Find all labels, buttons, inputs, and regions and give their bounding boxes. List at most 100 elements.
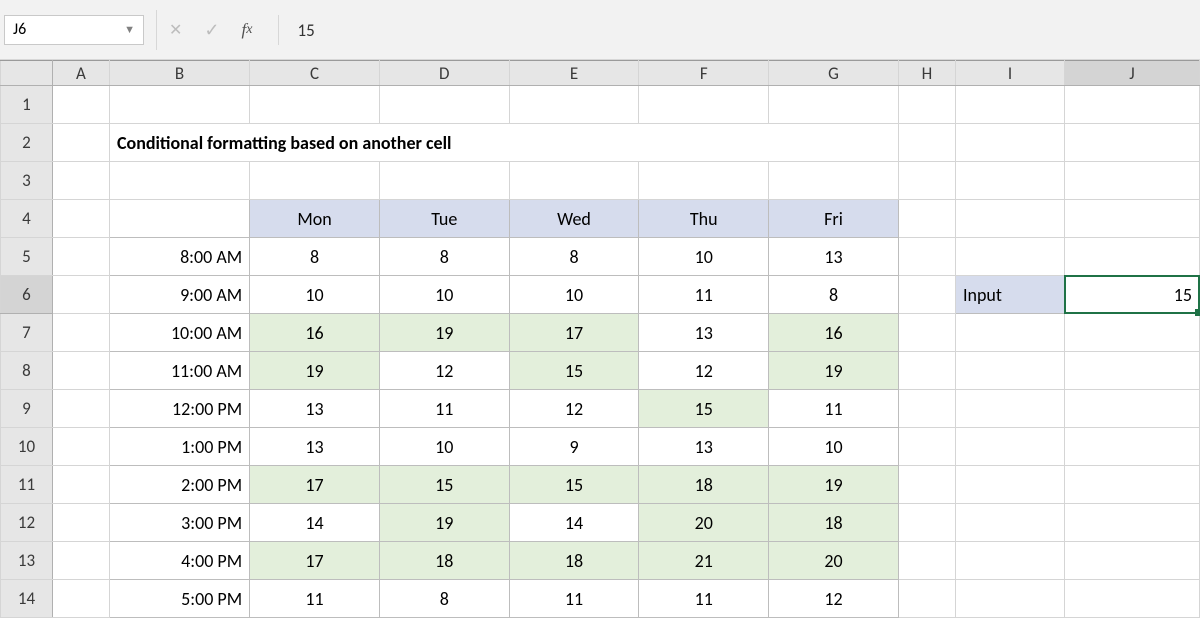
row-header-12[interactable]: 12: [1, 504, 53, 542]
cell[interactable]: 13: [250, 428, 380, 466]
cell[interactable]: 11: [250, 580, 380, 618]
cell[interactable]: [639, 86, 769, 124]
cell[interactable]: Thu: [639, 200, 769, 238]
cell[interactable]: 10: [379, 428, 509, 466]
cell[interactable]: 14: [250, 504, 380, 542]
cell[interactable]: Mon: [250, 200, 380, 238]
cell[interactable]: 17: [509, 314, 639, 352]
cell[interactable]: [898, 276, 955, 314]
cell[interactable]: [898, 86, 955, 124]
cell[interactable]: 1:00 PM: [109, 428, 249, 466]
row-header-13[interactable]: 13: [1, 542, 53, 580]
cell[interactable]: 15: [509, 466, 639, 504]
row-header-9[interactable]: 9: [1, 390, 53, 428]
cell[interactable]: 18: [509, 542, 639, 580]
col-header-J[interactable]: J: [1064, 61, 1199, 86]
row-header-7[interactable]: 7: [1, 314, 53, 352]
cell[interactable]: 10:00 AM: [109, 314, 249, 352]
row-header-6[interactable]: 6: [1, 276, 53, 314]
cell[interactable]: [1064, 428, 1199, 466]
cell[interactable]: 13: [250, 390, 380, 428]
cell[interactable]: [955, 542, 1064, 580]
cell[interactable]: [52, 580, 109, 618]
cell[interactable]: [52, 162, 109, 200]
cell[interactable]: [52, 314, 109, 352]
cell[interactable]: 13: [639, 314, 769, 352]
cell[interactable]: 19: [769, 352, 899, 390]
cell[interactable]: 10: [250, 276, 380, 314]
cell[interactable]: Conditional formatting based on another …: [109, 124, 898, 162]
cell[interactable]: Input: [955, 276, 1064, 314]
cell[interactable]: 8: [379, 580, 509, 618]
cell[interactable]: [898, 428, 955, 466]
cell[interactable]: [1064, 542, 1199, 580]
cell[interactable]: 11: [639, 580, 769, 618]
cell[interactable]: 18: [379, 542, 509, 580]
cell[interactable]: [898, 238, 955, 276]
cell[interactable]: [898, 352, 955, 390]
cell[interactable]: 11: [769, 390, 899, 428]
col-header-A[interactable]: A: [52, 61, 109, 86]
cell[interactable]: [109, 86, 249, 124]
col-header-E[interactable]: E: [509, 61, 639, 86]
cell[interactable]: [379, 86, 509, 124]
cell[interactable]: [898, 200, 955, 238]
cell[interactable]: 10: [769, 428, 899, 466]
cell[interactable]: [1064, 86, 1199, 124]
cell[interactable]: 20: [639, 504, 769, 542]
cell[interactable]: 19: [250, 352, 380, 390]
cell[interactable]: [639, 162, 769, 200]
cell[interactable]: Fri: [769, 200, 899, 238]
cell[interactable]: [1064, 238, 1199, 276]
col-header-F[interactable]: F: [639, 61, 769, 86]
cell[interactable]: 19: [379, 504, 509, 542]
cell[interactable]: [1064, 466, 1199, 504]
cell[interactable]: 13: [639, 428, 769, 466]
cell[interactable]: [955, 124, 1064, 162]
cell[interactable]: 19: [379, 314, 509, 352]
cell[interactable]: 12: [509, 390, 639, 428]
cell[interactable]: 8: [509, 238, 639, 276]
cell[interactable]: [52, 504, 109, 542]
cell[interactable]: [955, 86, 1064, 124]
cell[interactable]: 15: [509, 352, 639, 390]
cell[interactable]: 10: [639, 238, 769, 276]
cell[interactable]: 2:00 PM: [109, 466, 249, 504]
cell[interactable]: 12: [769, 580, 899, 618]
cell[interactable]: 12: [639, 352, 769, 390]
cell[interactable]: 11: [639, 276, 769, 314]
enter-icon[interactable]: ✓: [204, 19, 219, 41]
cell[interactable]: [52, 276, 109, 314]
cell[interactable]: 15: [379, 466, 509, 504]
cell[interactable]: [52, 86, 109, 124]
cell[interactable]: [109, 162, 249, 200]
cell[interactable]: 17: [250, 542, 380, 580]
row-header-5[interactable]: 5: [1, 238, 53, 276]
cell[interactable]: 16: [769, 314, 899, 352]
row-header-2[interactable]: 2: [1, 124, 53, 162]
cell[interactable]: [509, 86, 639, 124]
cell[interactable]: 15: [639, 390, 769, 428]
cell[interactable]: 15: [1064, 276, 1199, 314]
name-box[interactable]: J6 ▼: [4, 15, 144, 45]
cell[interactable]: [52, 352, 109, 390]
cell[interactable]: [955, 200, 1064, 238]
cell[interactable]: [52, 428, 109, 466]
cell[interactable]: 18: [639, 466, 769, 504]
cell[interactable]: [109, 200, 249, 238]
cell[interactable]: 18: [769, 504, 899, 542]
col-header-B[interactable]: B: [109, 61, 249, 86]
fx-icon[interactable]: fx: [242, 20, 253, 40]
cell[interactable]: 5:00 PM: [109, 580, 249, 618]
cell[interactable]: [955, 504, 1064, 542]
cell[interactable]: [898, 580, 955, 618]
col-header-I[interactable]: I: [955, 61, 1064, 86]
row-header-8[interactable]: 8: [1, 352, 53, 390]
cell[interactable]: 12: [379, 352, 509, 390]
cell[interactable]: [1064, 352, 1199, 390]
cell[interactable]: 8: [250, 238, 380, 276]
cell[interactable]: 19: [769, 466, 899, 504]
cell[interactable]: 9:00 AM: [109, 276, 249, 314]
cell[interactable]: 3:00 PM: [109, 504, 249, 542]
cell[interactable]: 21: [639, 542, 769, 580]
